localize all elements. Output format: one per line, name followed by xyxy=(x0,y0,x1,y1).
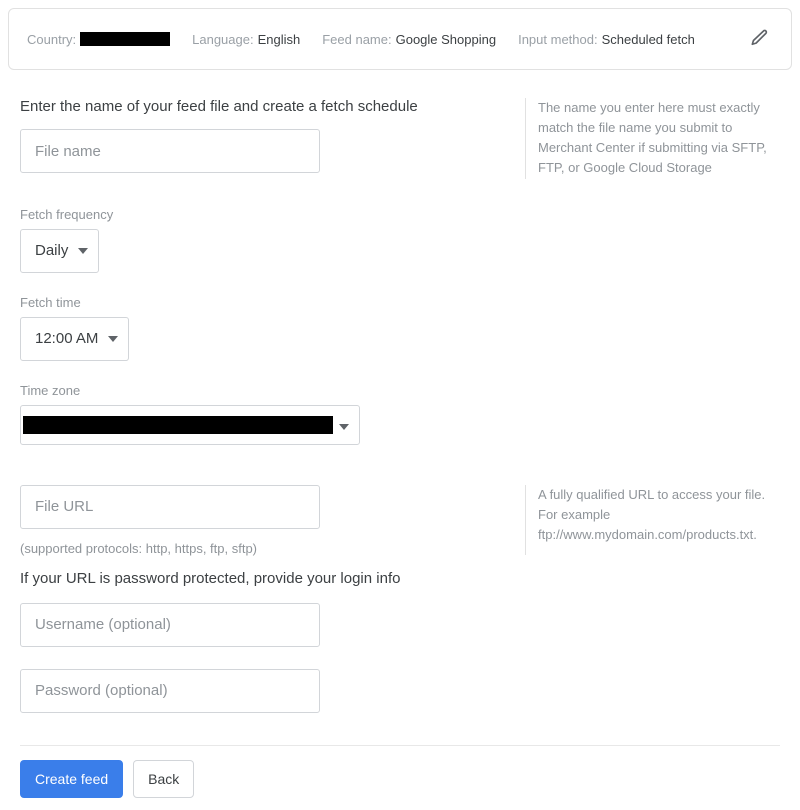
summary-feed-name-value: Google Shopping xyxy=(396,32,496,47)
chevron-down-icon xyxy=(339,417,349,433)
password-section-heading: If your URL is password protected, provi… xyxy=(20,570,525,587)
file-name-help: The name you enter here must exactly mat… xyxy=(525,98,780,179)
file-name-input[interactable] xyxy=(20,129,320,173)
create-feed-button[interactable]: Create feed xyxy=(20,760,123,798)
summary-language-value: English xyxy=(258,32,301,47)
summary-country-value-redacted xyxy=(80,32,170,46)
summary-country: Country: xyxy=(27,32,170,47)
time-zone-select[interactable] xyxy=(20,405,360,445)
summary-items: Country: Language: English Feed name: Go… xyxy=(27,32,745,47)
pencil-icon xyxy=(749,28,769,51)
time-zone-value-redacted xyxy=(23,416,333,434)
summary-card: Country: Language: English Feed name: Go… xyxy=(8,8,792,70)
back-button[interactable]: Back xyxy=(133,760,194,798)
summary-input-method-value: Scheduled fetch xyxy=(602,32,695,47)
summary-language-label: Language: xyxy=(192,32,253,47)
footer-actions: Create feed Back xyxy=(20,745,780,798)
username-input[interactable] xyxy=(20,603,320,647)
edit-button[interactable] xyxy=(745,25,773,53)
file-url-help: A fully qualified URL to access your fil… xyxy=(525,485,780,555)
section-heading-feed-file: Enter the name of your feed file and cre… xyxy=(20,98,525,115)
fetch-time-label: Fetch time xyxy=(20,295,780,310)
summary-feed-name: Feed name: Google Shopping xyxy=(322,32,496,47)
fetch-frequency-select[interactable]: Daily xyxy=(20,229,99,273)
summary-input-method: Input method: Scheduled fetch xyxy=(518,32,695,47)
password-input[interactable] xyxy=(20,669,320,713)
time-zone-label: Time zone xyxy=(20,383,780,398)
summary-input-method-label: Input method: xyxy=(518,32,598,47)
fetch-frequency-label: Fetch frequency xyxy=(20,207,780,222)
summary-language: Language: English xyxy=(192,32,300,47)
fetch-time-select[interactable]: 12:00 AM xyxy=(20,317,129,361)
chevron-down-icon xyxy=(108,336,118,342)
fetch-time-value: 12:00 AM xyxy=(35,330,98,347)
fetch-frequency-value: Daily xyxy=(35,242,68,259)
file-url-input[interactable] xyxy=(20,485,320,529)
summary-country-label: Country: xyxy=(27,32,76,47)
protocols-hint: (supported protocols: http, https, ftp, … xyxy=(20,541,525,556)
summary-feed-name-label: Feed name: xyxy=(322,32,391,47)
chevron-down-icon xyxy=(78,248,88,254)
